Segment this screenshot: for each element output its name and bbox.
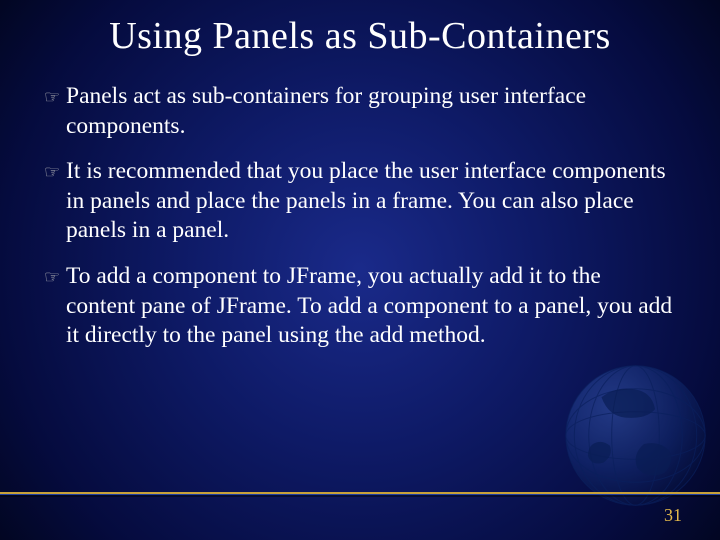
bullet-text: Panels act as sub-containers for groupin… — [66, 82, 674, 141]
bullet-item: ☞ Panels act as sub-containers for group… — [44, 82, 674, 141]
page-number: 31 — [664, 505, 682, 526]
pointing-hand-icon: ☞ — [44, 262, 66, 292]
bullet-text: To add a component to JFrame, you actual… — [66, 262, 674, 351]
slide: Using Panels as Sub-Containers ☞ Panels … — [0, 0, 720, 540]
pointing-hand-icon: ☞ — [44, 82, 66, 112]
bullet-text: It is recommended that you place the use… — [66, 157, 674, 246]
pointing-hand-icon: ☞ — [44, 157, 66, 187]
footer-divider — [0, 490, 720, 496]
slide-title: Using Panels as Sub-Containers — [0, 14, 720, 58]
globe-icon — [542, 342, 712, 512]
bullet-item: ☞ It is recommended that you place the u… — [44, 157, 674, 246]
bullet-item: ☞ To add a component to JFrame, you actu… — [44, 262, 674, 351]
slide-body: ☞ Panels act as sub-containers for group… — [44, 82, 674, 367]
